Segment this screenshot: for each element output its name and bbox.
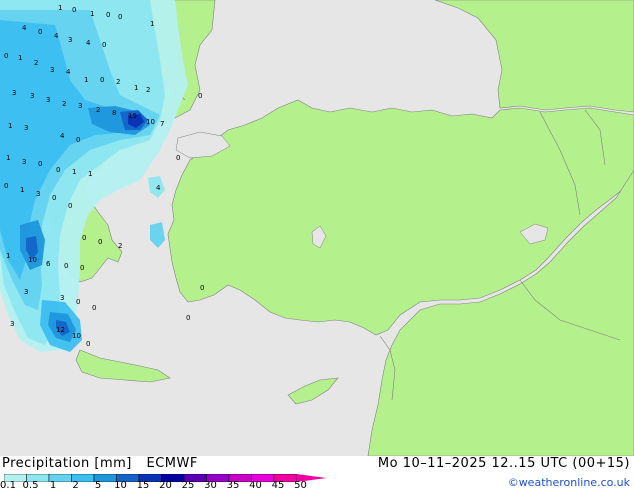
legend-tick-label: 5 xyxy=(94,480,102,491)
legend-tick-label: 1 xyxy=(49,480,57,491)
precip-value-label: 0 xyxy=(186,314,190,322)
legend-tick-label: 2 xyxy=(72,480,79,491)
legend-tick-label: 10 xyxy=(114,480,127,491)
precip-value-label: 4 xyxy=(60,132,65,140)
precip-value-label: 4 xyxy=(66,68,71,76)
precip-value-label: 1 xyxy=(6,252,10,260)
precip-value-label: 0 xyxy=(38,28,42,36)
precip-value-label: 3 xyxy=(22,158,26,166)
precip-value-label: 1 xyxy=(8,122,12,130)
precip-value-label: 0 xyxy=(98,238,102,246)
legend-tick-label: 45 xyxy=(271,480,285,491)
legend-tick-label: 15 xyxy=(136,480,150,491)
precip-value-label: 0 xyxy=(102,41,106,49)
precip-value-label: 2 xyxy=(62,100,66,108)
legend-tick-label: 30 xyxy=(204,480,217,491)
precip-value-label: 0 xyxy=(118,13,122,21)
precip-value-label: 0 xyxy=(76,136,80,144)
precip-value-label: 1 xyxy=(134,84,138,92)
precip-value-label: 6 xyxy=(46,260,51,268)
map-title: Precipitation [mm] ECMWF xyxy=(2,456,208,471)
precip-value-label: 4 xyxy=(86,39,91,47)
precip-value-label: 0 xyxy=(92,304,96,312)
precip-value-label: 12 xyxy=(56,326,65,334)
legend-tick-label: 40 xyxy=(249,480,262,491)
legend-tick-label: 20 xyxy=(159,480,172,491)
precip-value-label: 1 xyxy=(6,154,10,162)
precip-value-label: 4 xyxy=(54,32,59,40)
legend-tick-label: 0.1 xyxy=(0,480,16,491)
precip-value-label: 0 xyxy=(80,264,84,272)
precip-value-label: 0 xyxy=(106,11,110,19)
precip-value-label: 0 xyxy=(68,202,72,210)
precip-value-label: 3 xyxy=(68,36,72,44)
precip-value-label: 10 xyxy=(146,118,155,126)
precip-value-label: 3 xyxy=(10,320,14,328)
precip-value-label: 0 xyxy=(52,194,56,202)
model-name: ECMWF xyxy=(146,456,198,471)
precip-value-label: 3 xyxy=(60,294,64,302)
precip-value-label: 10 xyxy=(72,332,81,340)
precip-value-label: 3 xyxy=(24,124,28,132)
precip-value-label: 0 xyxy=(76,298,80,306)
map-footer: Precipitation [mm] ECMWF Mo 10–11–2025 1… xyxy=(0,456,634,492)
precip-value-label: 8 xyxy=(112,109,116,117)
precip-value-label: 3 xyxy=(36,190,40,198)
precip-value-label: 4 xyxy=(22,24,27,32)
precip-value-label: 2 xyxy=(146,86,150,94)
legend-tick-label: 35 xyxy=(226,480,240,491)
precip-value-label: 1 xyxy=(18,54,22,62)
legend-labels: 0.1 0.5 1 2 5 10 15 20 25 30 35 40 45 50 xyxy=(0,480,340,492)
legend-tick-label: 50 xyxy=(294,480,307,491)
precip-value-label: 0 xyxy=(72,6,76,14)
precip-value-label: 0 xyxy=(56,166,60,174)
precip-value-label: 3 xyxy=(46,96,50,104)
precip-value-label: 1 xyxy=(88,170,92,178)
legend-tick-label: 0.5 xyxy=(22,480,39,491)
precip-value-label: 7 xyxy=(160,120,164,128)
precip-value-label: 3 xyxy=(30,92,34,100)
precip-value-label: 0 xyxy=(200,284,204,292)
run-time-label: Mo 10–11–2025 12..15 UTC (00+15) xyxy=(377,456,630,471)
precip-value-label: 1 xyxy=(90,10,94,18)
precip-value-label: 3 xyxy=(12,89,16,97)
precip-value-label: 0 xyxy=(82,234,86,242)
precip-value-label: 15 xyxy=(128,112,137,120)
precip-value-label: 0 xyxy=(64,262,68,270)
precip-value-label: 3 xyxy=(78,102,82,110)
precip-value-label: 1 xyxy=(72,168,76,176)
credit-text: ©weatheronline.co.uk xyxy=(507,476,630,489)
product-title: Precipitation [mm] xyxy=(2,456,132,471)
precip-value-label: 2 xyxy=(96,106,100,114)
precip-value-label: 0 xyxy=(176,154,180,162)
precip-value-label: 4 xyxy=(156,184,161,192)
precip-value-label: 1 xyxy=(20,186,24,194)
precip-value-label: 3 xyxy=(24,288,28,296)
precip-value-label: 0 xyxy=(100,76,104,84)
precip-value-label: 2 xyxy=(118,242,122,250)
precip-value-label: 10 xyxy=(28,256,37,264)
precip-value-label: 0 xyxy=(86,340,90,348)
precip-value-label: 0 xyxy=(4,52,8,60)
precip-value-label: 1 xyxy=(58,4,62,12)
precip-value-label: 1 xyxy=(84,76,88,84)
precip-value-label: 0 xyxy=(4,182,8,190)
precip-value-label: 1 xyxy=(150,20,154,28)
precip-value-label: 2 xyxy=(34,59,38,67)
legend-tick-label: 25 xyxy=(181,480,195,491)
precipitation-map: 1 0 1 0 014 0 4 3 4 00 123 41 0 21 203 3 3 2 3 2 8 1510 701 34 0… xyxy=(0,0,634,456)
precip-value-label: 0 xyxy=(38,160,42,168)
precip-value-label: 2 xyxy=(116,78,120,86)
precip-value-label: 0 xyxy=(198,92,202,100)
precip-value-label: 3 xyxy=(50,66,54,74)
